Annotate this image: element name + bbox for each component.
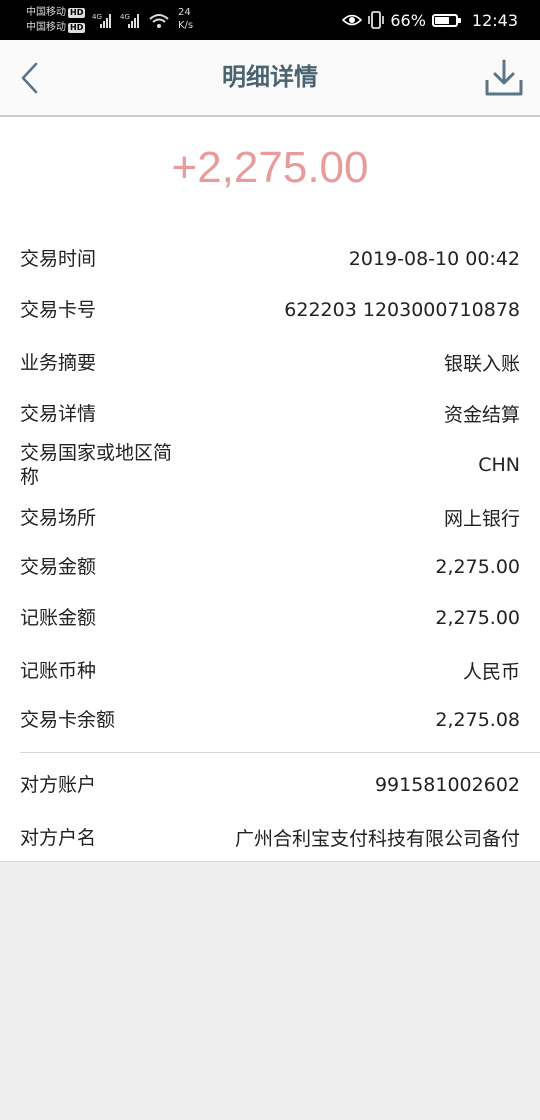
transaction-amount: +2,275.00 — [171, 143, 369, 192]
detail-value: 991581002602 — [374, 774, 520, 796]
eye-icon — [342, 14, 363, 26]
signal-icon: 4G 4G — [92, 13, 169, 28]
detail-label: 记账金额 — [20, 607, 97, 629]
detail-value: 2,275.00 — [435, 607, 520, 629]
clock: 12:43 — [471, 10, 518, 30]
battery-icon — [431, 13, 461, 27]
hd-badge: HD — [68, 8, 86, 18]
svg-text:4G: 4G — [120, 13, 130, 21]
download-icon — [485, 59, 523, 96]
hd-badge: HD — [68, 23, 86, 33]
page-title: 明细详情 — [222, 63, 318, 91]
detail-row-country: 交易国家或地区简称 CHN — [20, 441, 520, 489]
detail-value: 622203 1203000710878 — [284, 299, 520, 321]
carrier-1: 中国移动 — [26, 7, 66, 18]
svg-text:4G: 4G — [92, 13, 102, 21]
detail-row-summary: 业务摘要 银联入账 — [20, 349, 520, 376]
detail-label: 对方账户 — [20, 774, 97, 796]
detail-label: 交易金额 — [20, 556, 97, 578]
detail-row-balance: 交易卡余额 2,275.08 — [20, 708, 520, 732]
detail-label: 交易时间 — [20, 248, 97, 270]
detail-label: 交易卡余额 — [20, 709, 116, 731]
detail-label: 交易国家或地区简称 — [20, 442, 173, 488]
detail-value: 资金结算 — [443, 404, 520, 426]
detail-row-card-number: 交易卡号 622203 1203000710878 — [20, 298, 520, 322]
network-speed: 24 K/s — [178, 7, 194, 31]
detail-row-booked-amount: 记账金额 2,275.00 — [20, 606, 520, 630]
detail-row-amount: 交易金额 2,275.00 — [20, 555, 520, 579]
detail-label: 对方户名 — [20, 826, 97, 849]
detail-value: 2,275.08 — [435, 709, 520, 731]
detail-row-counterparty-name: 对方户名 广州合利宝支付科技有限公司备付 — [20, 824, 520, 851]
detail-value: 人民币 — [462, 661, 520, 683]
carrier-info: 中国移动 HD 中国移动 HD — [26, 5, 86, 35]
detail-value: CHN — [478, 454, 520, 476]
status-bar: 中国移动 HD 中国移动 HD 4G 4G 24 K/s 66% 12:43 — [0, 0, 540, 40]
detail-value: 银联入账 — [443, 353, 520, 375]
detail-row-counterparty-account: 对方账户 991581002602 — [20, 773, 520, 797]
status-right: 66% 12:43 — [342, 9, 518, 31]
detail-value: 广州合利宝支付科技有限公司备付 — [234, 828, 520, 850]
detail-value: 网上银行 — [443, 508, 520, 530]
transaction-detail-card: +2,275.00 交易时间 2019-08-10 00:42 交易卡号 622… — [0, 117, 540, 862]
carrier-2: 中国移动 — [26, 22, 66, 33]
detail-label: 交易详情 — [20, 402, 97, 425]
detail-value: 2,275.00 — [435, 556, 520, 578]
battery-percent: 66% — [390, 10, 426, 30]
app-header: 明细详情 — [0, 40, 540, 117]
detail-label: 业务摘要 — [20, 351, 97, 374]
detail-row-venue: 交易场所 网上银行 — [20, 504, 520, 531]
divider — [20, 752, 540, 753]
detail-label: 记账币种 — [20, 659, 97, 682]
detail-row-time: 交易时间 2019-08-10 00:42 — [20, 247, 520, 271]
download-button[interactable] — [484, 58, 524, 98]
detail-row-detail: 交易详情 资金结算 — [20, 400, 520, 427]
detail-row-currency: 记账币种 人民币 — [20, 657, 520, 684]
detail-label: 交易卡号 — [20, 299, 97, 321]
detail-value: 2019-08-10 00:42 — [348, 248, 520, 270]
detail-label: 交易场所 — [20, 506, 97, 529]
vibrate-icon — [368, 11, 385, 29]
